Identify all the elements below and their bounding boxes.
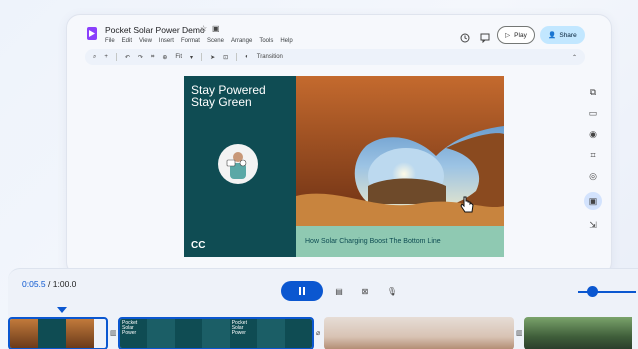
pause-button[interactable] xyxy=(281,281,323,301)
total-time: 1:00.0 xyxy=(52,279,77,289)
toolbar: ⌕ + ↶ ↷ ⌗ ⊕ Fit ▾ ➤ ⊡ ◐ Transition ⌃ xyxy=(85,49,585,65)
transition-icon[interactable]: ▥ xyxy=(516,329,523,337)
side-panel: ⧉ ▭ ◉ ⌗ ◎ ▣ ⇲ xyxy=(584,87,602,231)
folder-icon[interactable]: ▭ xyxy=(589,108,598,119)
caption-icon: ⊠ xyxy=(361,286,369,296)
record-icon[interactable]: ◉ xyxy=(589,129,597,140)
share-label: Share xyxy=(559,31,577,39)
search-icon[interactable]: ⌕ xyxy=(93,54,96,61)
voiceover-button[interactable]: 🎙 xyxy=(381,281,403,301)
menu-view[interactable]: View xyxy=(139,38,152,44)
menu-file[interactable]: File xyxy=(105,38,115,44)
zoom-icon[interactable]: ⊕ xyxy=(162,54,167,61)
clip-thumbnail xyxy=(351,317,379,349)
editor-window: Pocket Solar Power Demo ☆ ▣ File Edit Vi… xyxy=(66,14,612,276)
clip-1[interactable] xyxy=(8,317,108,349)
clip-thumbnail xyxy=(432,317,460,349)
brand-logo: CC xyxy=(191,240,206,251)
play-icon: ▷ xyxy=(505,32,511,39)
people-icon: 👤 xyxy=(548,32,557,39)
transition-icon[interactable]: ⌀ xyxy=(316,329,320,337)
zoom-select[interactable]: Fit xyxy=(175,54,182,60)
clip-thumbnail xyxy=(324,317,352,349)
mic-icon: 🎙 xyxy=(386,286,398,296)
export-icon[interactable]: ⇲ xyxy=(589,220,597,231)
divider xyxy=(201,53,203,61)
clip-strip: ▥ Pocket Solar Power Pocket Solar Power … xyxy=(8,317,638,349)
clip-thumbnail: Pocket Solar Power xyxy=(229,319,258,348)
history-icon[interactable] xyxy=(460,30,470,48)
media-library-icon[interactable]: ⧉ xyxy=(590,87,596,98)
clip-thumbnail xyxy=(257,319,285,348)
caption-button[interactable]: ⊠ xyxy=(355,281,375,301)
hand-cursor-icon xyxy=(460,196,474,213)
document-title[interactable]: Pocket Solar Power Demo xyxy=(105,25,205,35)
undo-icon[interactable]: ↶ xyxy=(125,54,130,61)
transition-button[interactable]: Transition xyxy=(257,54,283,60)
star-icon[interactable]: ☆ xyxy=(200,24,207,33)
clip-4[interactable] xyxy=(524,317,638,349)
play-label: Play xyxy=(514,31,527,39)
clip-thumbnail xyxy=(459,317,487,349)
clip-thumbnail xyxy=(147,319,175,348)
clip-thumbnail xyxy=(524,317,560,349)
shapes-icon[interactable]: ◎ xyxy=(589,171,597,182)
menu-scene[interactable]: Scene xyxy=(207,38,224,44)
clip-thumbnail xyxy=(202,319,230,348)
play-button[interactable]: ▷ Play xyxy=(497,26,535,44)
comment-icon[interactable] xyxy=(480,30,490,48)
menu-insert[interactable]: Insert xyxy=(159,38,174,44)
clip-thumbnail xyxy=(596,317,632,349)
pause-icon xyxy=(299,287,305,295)
chevron-down-icon[interactable]: ▾ xyxy=(190,54,193,61)
clip-2[interactable]: Pocket Solar Power Pocket Solar Power xyxy=(118,317,314,349)
clip-thumbnail xyxy=(486,317,514,349)
add-icon[interactable]: + xyxy=(104,54,108,60)
timeline-panel: 0:05.5 / 1:00.0 ▤ ⊠ 🎙 ▥ Pocket Solar Pow… xyxy=(8,268,638,349)
menu-bar: File Edit View Insert Format Scene Arran… xyxy=(105,38,293,44)
slide-text-panel: Stay Powered Stay Green CC xyxy=(184,76,296,257)
menu-arrange[interactable]: Arrange xyxy=(231,38,252,44)
chevron-up-icon[interactable]: ⌃ xyxy=(572,54,577,61)
clip-thumbnail xyxy=(284,319,312,348)
playhead[interactable] xyxy=(57,307,67,313)
current-time: 0:05.5 xyxy=(22,279,46,289)
clip-thumbnail xyxy=(378,317,406,349)
image-settings-icon[interactable]: ▣ xyxy=(584,192,602,210)
divider xyxy=(236,53,238,61)
slide-image-panel: How Solar Charging Boost The Bottom Line xyxy=(296,76,504,257)
scene-button[interactable]: ▤ xyxy=(329,281,349,301)
clip-thumbnail xyxy=(38,319,66,348)
clip-thumbnail xyxy=(174,319,203,348)
clip-thumbnail: Pocket Solar Power xyxy=(120,319,148,348)
share-button[interactable]: 👤 Share xyxy=(540,26,585,44)
clip-thumbnail xyxy=(66,319,94,348)
crop-icon[interactable]: ⌗ xyxy=(590,150,595,161)
menu-format[interactable]: Format xyxy=(181,38,200,44)
select-cursor-icon[interactable]: ➤ xyxy=(210,54,215,61)
slide-title[interactable]: Stay Powered Stay Green xyxy=(191,84,266,108)
folder-icon[interactable]: ▣ xyxy=(212,24,220,33)
transition-icon[interactable]: ◐ xyxy=(245,54,249,60)
scene-icon: ▤ xyxy=(335,286,343,296)
zoom-slider-handle[interactable] xyxy=(587,286,598,297)
presenter-avatar[interactable] xyxy=(218,144,258,184)
menu-help[interactable]: Help xyxy=(280,38,292,44)
insert-image-icon[interactable]: ⊡ xyxy=(223,54,228,61)
redo-icon[interactable]: ↷ xyxy=(138,54,143,61)
clip-thumbnail xyxy=(10,319,38,348)
menu-tools[interactable]: Tools xyxy=(259,38,273,44)
paint-format-icon[interactable]: ⌗ xyxy=(151,54,154,61)
time-readout: 0:05.5 / 1:00.0 xyxy=(22,279,76,289)
clip-thumbnail xyxy=(405,317,433,349)
clip-thumbnail xyxy=(560,317,596,349)
divider xyxy=(115,53,117,61)
slide-caption[interactable]: How Solar Charging Boost The Bottom Line xyxy=(296,226,504,257)
transition-icon[interactable]: ▥ xyxy=(110,329,117,337)
menu-edit[interactable]: Edit xyxy=(122,38,132,44)
clip-3[interactable] xyxy=(324,317,514,349)
app-logo-icon xyxy=(87,27,97,40)
slide-canvas[interactable]: Stay Powered Stay Green CC How Solar Cha… xyxy=(184,76,504,257)
